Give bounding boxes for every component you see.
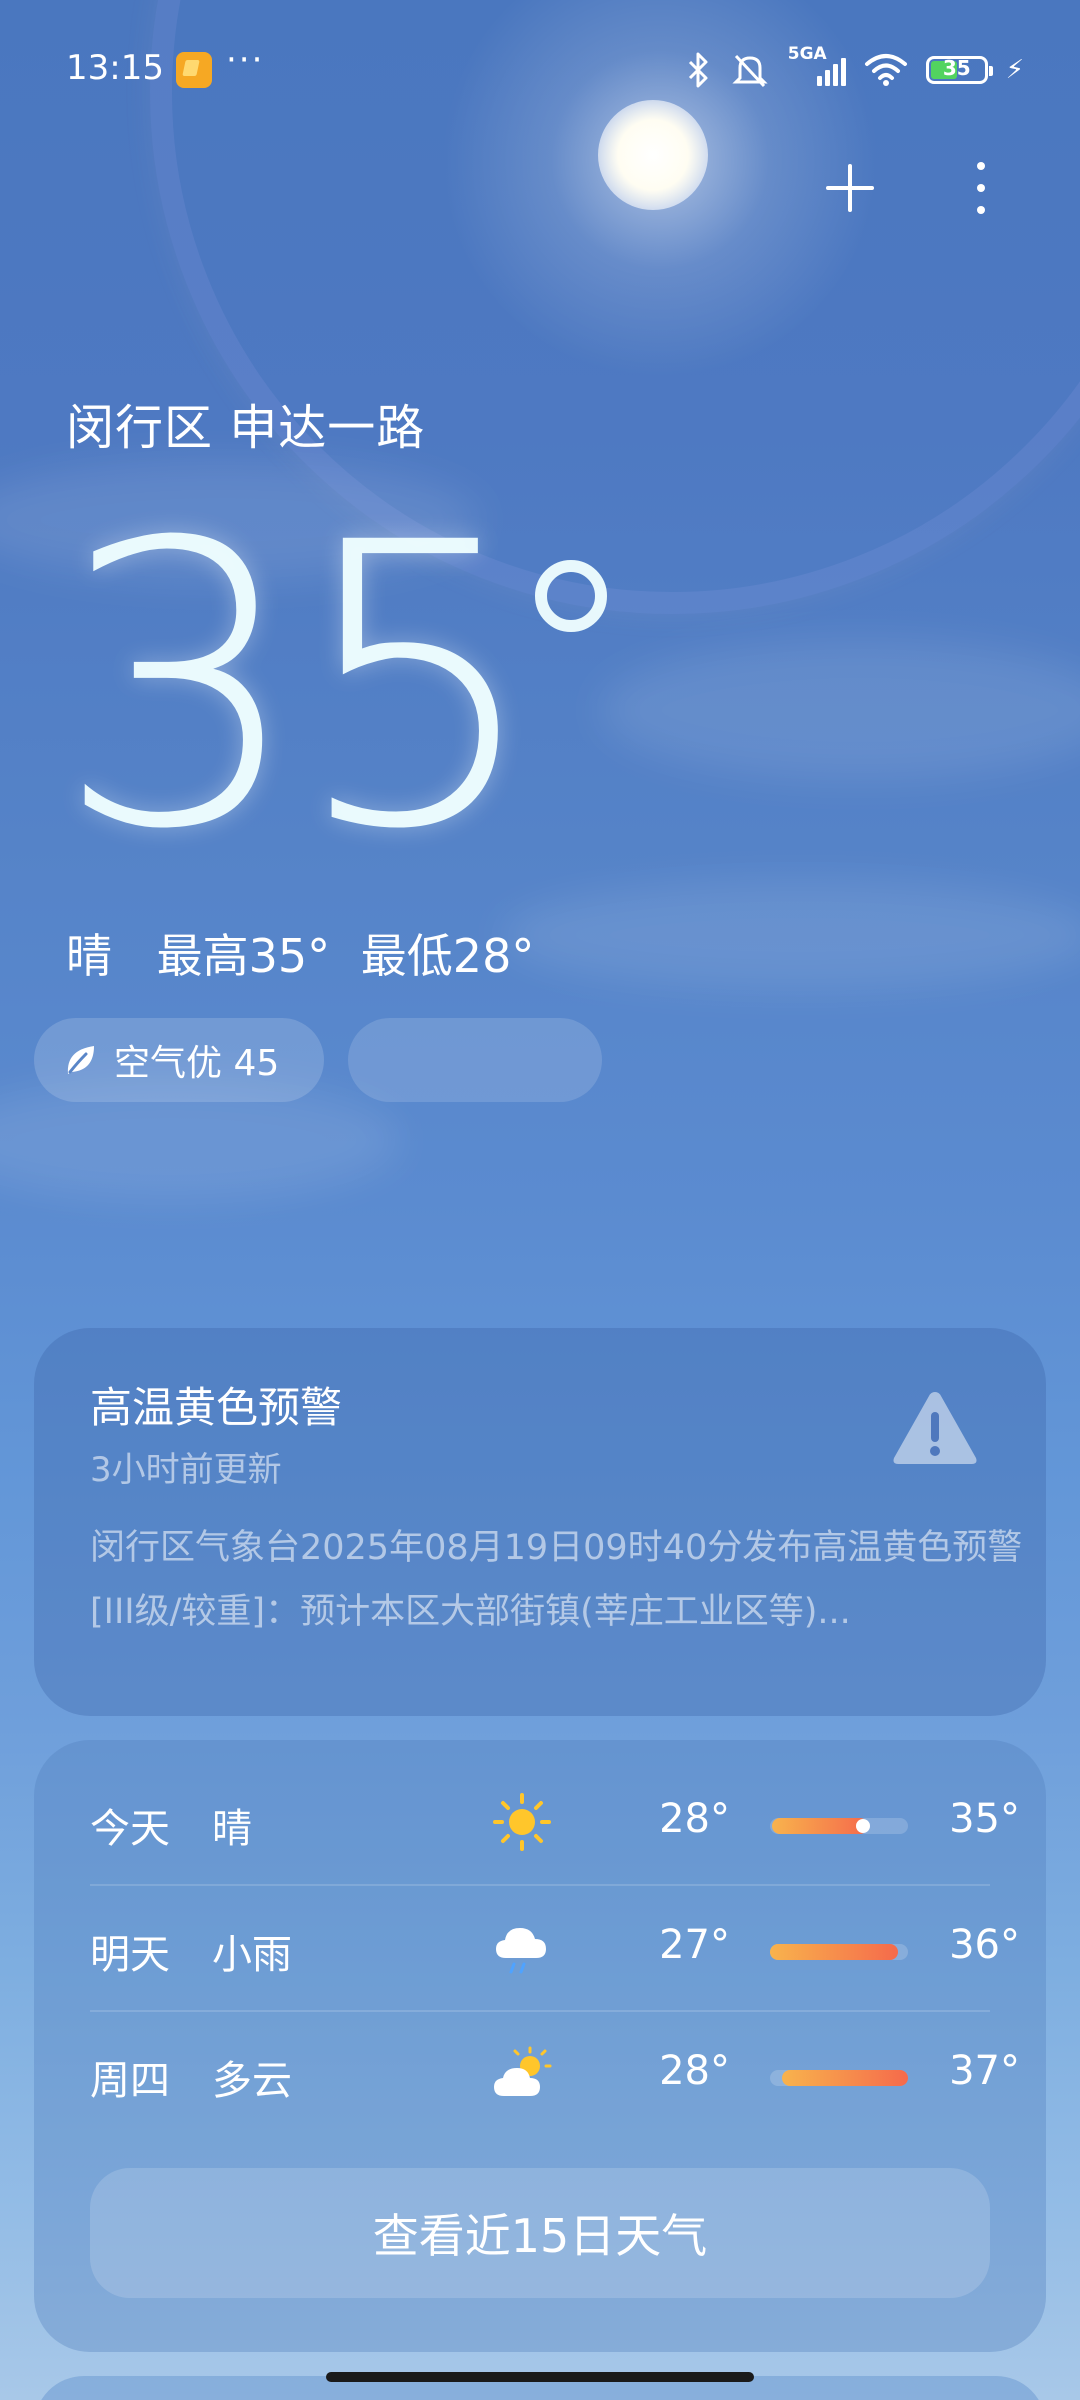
current-temperature: 35 [55, 460, 541, 914]
sun-icon [493, 1793, 551, 1851]
temperature-range-bar [770, 1818, 908, 1834]
forecast-day: 今天 [90, 1806, 170, 1852]
alert-updated-time: 3小时前更新 [90, 1450, 282, 1490]
cloud-wisp [500, 880, 1080, 990]
forecast-row[interactable]: 周四 多云 28° 37° [90, 2012, 1020, 2138]
forecast-low: 28° [659, 1796, 730, 1842]
battery-icon: 35 [925, 56, 993, 84]
alert-title: 高温黄色预警 [90, 1383, 343, 1432]
forecast-low: 27° [659, 1922, 730, 1968]
leaf-icon [67, 1046, 94, 1074]
weather-screen: 13:15 ··· 5GA 35 ⚡ 闵行区 申达一路 35 晴 最高35° 最… [0, 0, 1080, 2400]
forecast-row[interactable]: 今天 晴 28° 35° [90, 1760, 1020, 1886]
forecast-row[interactable]: 明天 小雨 27° 36° [90, 1886, 1020, 2012]
view-15-day-forecast-button[interactable]: 查看近15日天气 [90, 2168, 990, 2298]
home-indicator[interactable] [326, 2372, 754, 2382]
sun [598, 100, 708, 210]
forecast-condition: 多云 [212, 2058, 292, 2104]
air-quality-label: 空气优 45 [114, 1043, 280, 1084]
air-quality-chip[interactable]: 空气优 45 [34, 1018, 324, 1102]
forecast-high: 36° [949, 1922, 1020, 1968]
status-bar: 13:15 ··· 5GA 35 ⚡ [0, 40, 1080, 100]
weather-alert-card[interactable]: 高温黄色预警 3小时前更新 闵行区气象台2025年08月19日09时40分发布高… [34, 1328, 1046, 1716]
current-condition: 晴 [66, 929, 112, 983]
cellular-signal-icon: 5GA [788, 44, 846, 90]
more-menu-button[interactable] [960, 158, 1000, 218]
forecast-high: 35° [949, 1796, 1020, 1842]
high-temp: 最高35° [156, 929, 331, 983]
alert-description: 闵行区气象台2025年08月19日09时40分发布高温黄色预警[III级/较重]… [90, 1528, 1023, 1632]
wifi-icon [864, 54, 907, 86]
mute-icon [732, 54, 768, 88]
degree-symbol [535, 560, 607, 632]
forecast-high: 37° [949, 2048, 1020, 2094]
partly-cloudy-icon [494, 2046, 552, 2096]
temperature-range-bar [770, 1944, 908, 1960]
cloud-wisp [600, 640, 1080, 780]
rain-cloud-icon [496, 1928, 546, 1974]
bluetooth-icon [688, 52, 708, 88]
forecast-card: 今天 晴 28° 35° 明天 小雨 27° 36° 周四 多云 28° 37°… [34, 1740, 1046, 2352]
forecast-day: 周四 [90, 2058, 170, 2104]
status-time: 13:15 [66, 48, 164, 88]
forecast-condition: 小雨 [212, 1932, 292, 1978]
more-notifications-icon: ··· [226, 40, 265, 80]
info-chip[interactable] [348, 1018, 602, 1102]
forecast-low: 28° [659, 2048, 730, 2094]
weather-summary: 晴 最高35° 最低28° [66, 920, 564, 986]
status-icons: 5GA 35 ⚡ [686, 44, 1024, 92]
low-temp: 最低28° [360, 929, 535, 983]
charging-icon: ⚡ [1005, 55, 1024, 85]
temperature-range-bar [770, 2070, 908, 2086]
notes-app-icon [176, 52, 212, 88]
forecast-day: 明天 [90, 1932, 170, 1978]
location-title: 闵行区 申达一路 [66, 400, 426, 456]
battery-level: 35 [942, 56, 971, 80]
warning-triangle-icon [893, 1392, 977, 1464]
add-city-button[interactable] [820, 158, 880, 218]
forecast-condition: 晴 [212, 1806, 252, 1852]
